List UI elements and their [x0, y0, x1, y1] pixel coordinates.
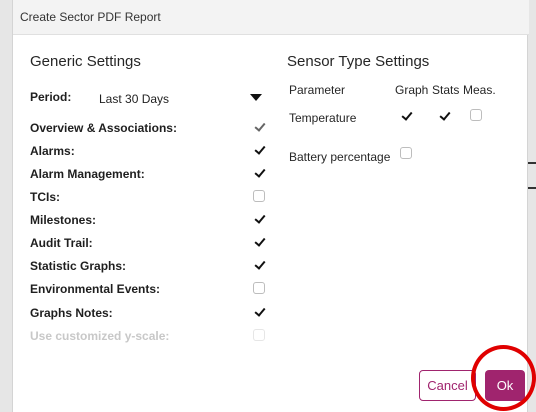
setting-row-customized-y-scale: Use customized y-scale: [30, 327, 266, 345]
customized-y-scale-checkbox [253, 329, 265, 341]
graph-column-header: Graph [395, 83, 429, 97]
page-backdrop-right [528, 0, 536, 412]
setting-label: Graphs Notes: [30, 306, 113, 320]
setting-label: Environmental Events: [30, 282, 161, 296]
period-label: Period: [30, 90, 72, 104]
tcis-checkbox[interactable] [253, 190, 265, 202]
setting-label: Use customized y-scale: [30, 329, 170, 343]
milestones-checkbox[interactable] [253, 213, 265, 225]
setting-row-statistic-graphs: Statistic Graphs: [30, 257, 266, 275]
period-select-value: Last 30 Days [99, 92, 170, 106]
sensor-type-settings-heading: Sensor Type Settings [287, 53, 430, 70]
page-backdrop-left [0, 0, 12, 412]
generic-settings-heading: Generic Settings [30, 53, 141, 70]
setting-row-alarms: Alarms: [30, 142, 266, 160]
dialog-titlebar: Create Sector PDF Report [13, 0, 529, 35]
setting-row-tcis: TCIs: [30, 188, 266, 206]
temperature-graph-checkbox[interactable] [400, 110, 412, 122]
temperature-stats-checkbox[interactable] [438, 110, 450, 122]
setting-label: Alarms: [30, 144, 75, 158]
statistic-graphs-checkbox[interactable] [253, 259, 265, 271]
cancel-button[interactable]: Cancel [419, 370, 476, 401]
alarms-checkbox[interactable] [253, 144, 265, 156]
setting-row-environmental-events: Environmental Events: [30, 280, 266, 298]
setting-row-overview-associations: Overview & Associations: [30, 119, 266, 137]
battery-percentage-graph-checkbox[interactable] [400, 147, 412, 159]
backdrop-edge-mark [528, 187, 536, 189]
alarm-management-checkbox[interactable] [253, 167, 265, 179]
overview-associations-checkbox[interactable] [253, 121, 265, 133]
graphs-notes-checkbox[interactable] [253, 306, 265, 318]
setting-row-milestones: Milestones: [30, 211, 266, 229]
param-battery-percentage-label: Battery percentage [289, 150, 391, 164]
setting-label: Alarm Management: [30, 167, 145, 181]
dialog-title: Create Sector PDF Report [20, 10, 161, 24]
parameter-column-header: Parameter [289, 83, 346, 97]
environmental-events-checkbox[interactable] [253, 282, 265, 294]
setting-row-graphs-notes: Graphs Notes: [30, 304, 266, 322]
setting-row-audit-trail: Audit Trail: [30, 234, 266, 252]
setting-label: TCIs: [30, 190, 60, 204]
setting-row-alarm-management: Alarm Management: [30, 165, 266, 183]
ok-button[interactable]: Ok [485, 370, 525, 401]
audit-trail-checkbox[interactable] [253, 236, 265, 248]
temperature-meas-checkbox[interactable] [470, 109, 482, 121]
param-temperature-label: Temperature [289, 111, 357, 125]
meas-column-header: Meas. [463, 83, 496, 97]
setting-label: Milestones: [30, 213, 97, 227]
chevron-down-icon [250, 94, 262, 101]
setting-label: Statistic Graphs: [30, 259, 127, 273]
stats-column-header: Stats [432, 83, 460, 97]
period-select[interactable]: Last 30 Days [91, 83, 268, 113]
setting-label: Audit Trail: [30, 236, 93, 250]
create-report-dialog: Create Sector PDF Report Generic Setting… [12, 0, 536, 412]
backdrop-edge-mark [528, 162, 536, 164]
setting-label: Overview & Associations: [30, 121, 177, 135]
